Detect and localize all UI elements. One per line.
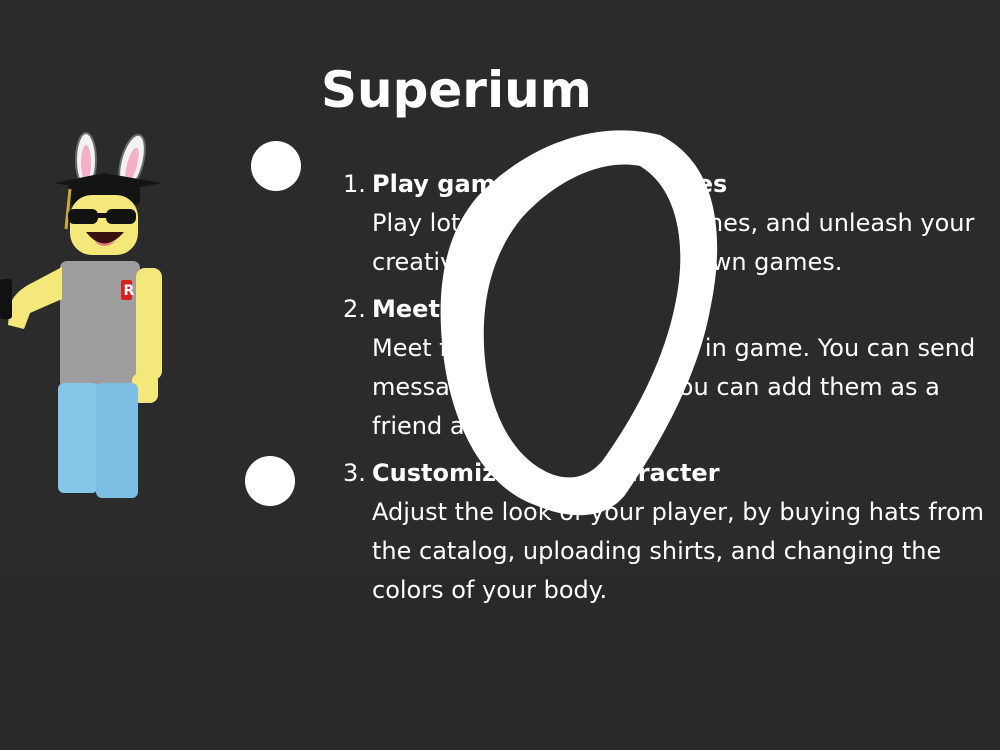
feature-description: Meet friends on the site, or in game. Yo… <box>372 334 976 440</box>
feature-item-play-games: 1. Play games, create games Play lots of… <box>340 165 1000 282</box>
feature-list: 1. Play games, create games Play lots of… <box>340 165 1000 618</box>
feature-number: 3. <box>343 459 366 487</box>
decorative-dot-top <box>251 141 301 191</box>
page-title: Superium <box>321 61 592 119</box>
page: R Superium 1. Play games, create games P… <box>0 0 1000 750</box>
feature-item-meet-friends: 2. Meet new friends. Meet friends on the… <box>340 290 1000 446</box>
feature-title: Customize your character <box>372 459 720 487</box>
feature-description: Adjust the look of your player, by buyin… <box>372 498 985 604</box>
avatar-icon: R <box>0 132 162 498</box>
feature-title: Meet new friends. <box>372 295 617 323</box>
feature-description: Play lots of user-created games, and unl… <box>372 209 975 276</box>
feature-number: 2. <box>343 295 366 323</box>
content-panel: R Superium 1. Play games, create games P… <box>0 0 1000 604</box>
svg-text:R: R <box>124 283 135 299</box>
feature-item-customize-character: 3. Customize your character Adjust the l… <box>340 454 1000 610</box>
feature-title: Play games, create games <box>372 170 728 198</box>
feature-number: 1. <box>343 170 366 198</box>
decorative-dot-bottom <box>245 456 295 506</box>
